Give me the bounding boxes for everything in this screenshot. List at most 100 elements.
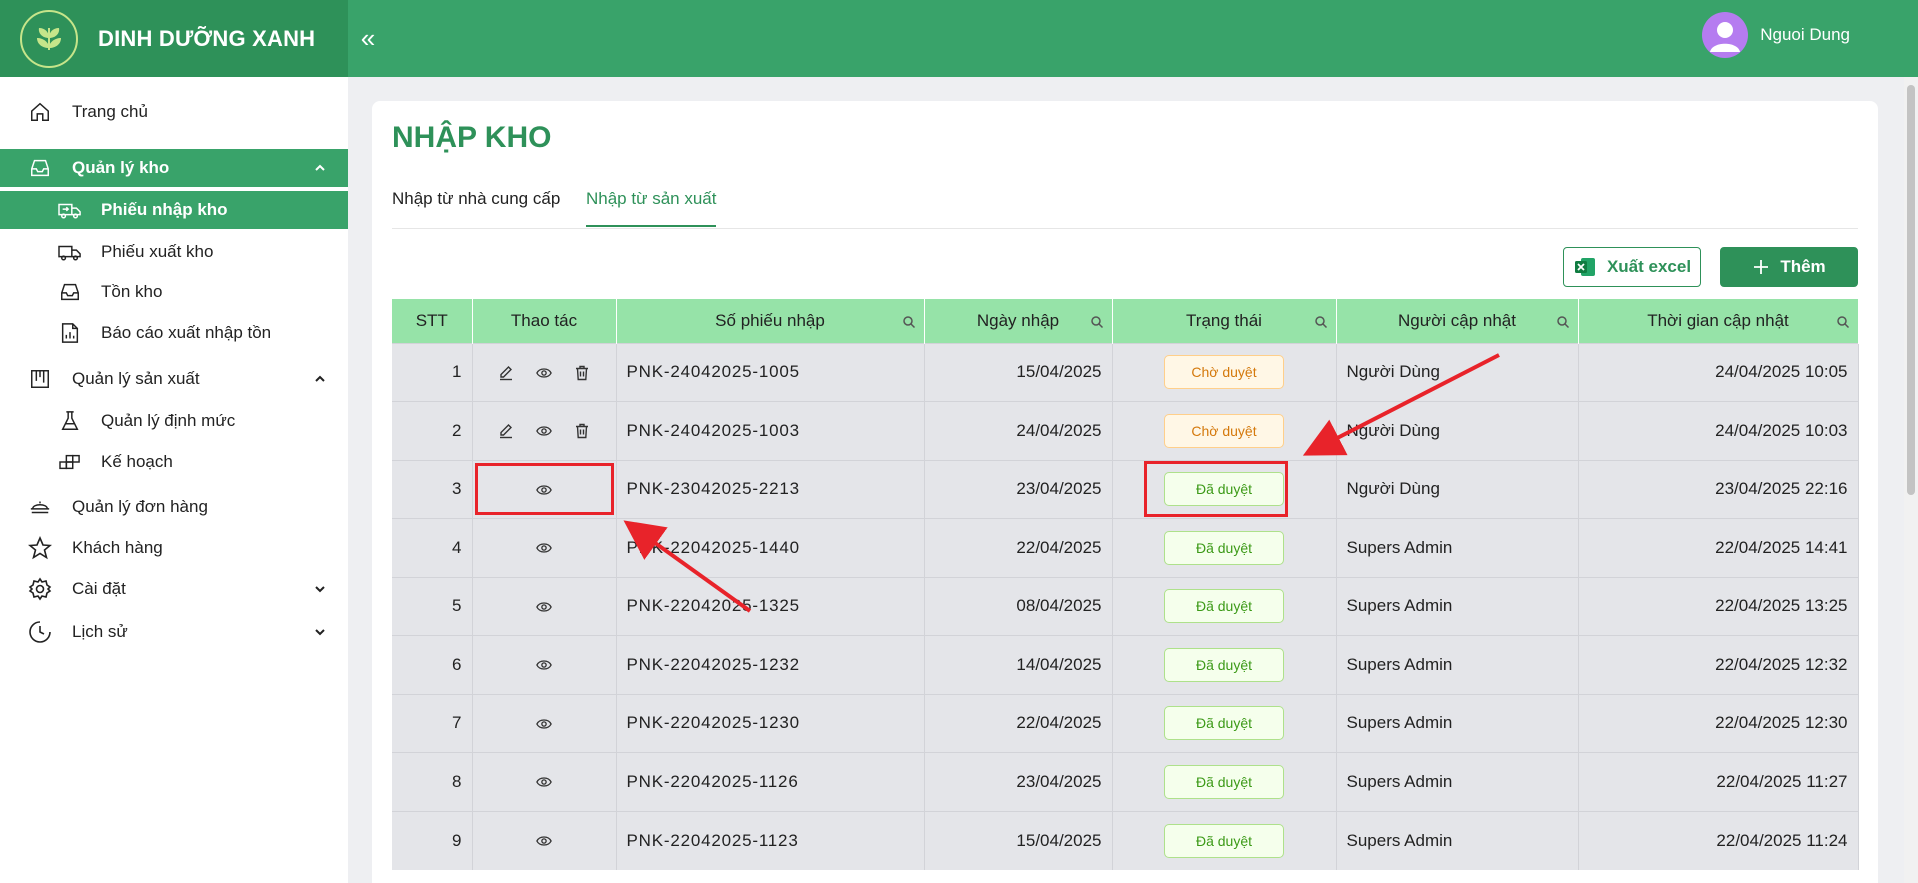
table-header: STT Thao tác Số phiếu nhập Ngày nhập Trạng t… (392, 299, 1859, 343)
eye-icon[interactable] (534, 538, 554, 558)
sidebar-item-label: Trang chủ (72, 102, 148, 121)
column-header[interactable]: STT (392, 299, 473, 343)
eye-icon[interactable] (534, 363, 554, 383)
scrollbar-thumb[interactable] (1907, 85, 1915, 495)
column-header-label: Người cập nhật (1398, 310, 1516, 330)
tab-supplier[interactable]: Nhập từ nhà cung cấp (392, 189, 560, 225)
trash-icon[interactable] (572, 363, 592, 383)
export-excel-button[interactable]: Xuất excel (1563, 247, 1701, 287)
row-status: Chờ duyệt (1112, 401, 1337, 460)
status-badge: Đã duyệt (1164, 764, 1284, 799)
table-row[interactable]: 2 PNK-24042025-1003 24/04/2025 Chờ duyệt Ngư… (392, 401, 1859, 460)
sidebar-item-report[interactable]: Báo cáo xuất nhập tồn (0, 313, 348, 353)
column-header-label: Ngày nhập (976, 310, 1060, 330)
eye-icon[interactable] (534, 597, 554, 617)
sidebar: Trang chủ Quản lý kho Phiếu nhập kho Phi… (0, 77, 348, 883)
eye-icon[interactable] (534, 421, 554, 441)
table-row[interactable]: 5 PNK-22042025-1325 08/04/2025 Đã duyệt Supe… (392, 576, 1859, 636)
row-receipt-code: PNK-22042025-1232 (616, 635, 925, 694)
user-menu[interactable]: Nguoi Dung (1702, 12, 1850, 58)
eye-icon[interactable] (534, 714, 554, 734)
eye-icon[interactable] (534, 655, 554, 675)
row-updated-by: Người Dùng (1336, 459, 1579, 519)
eye-icon[interactable] (534, 772, 554, 792)
edit-icon[interactable] (496, 363, 516, 383)
sidebar-item-customers[interactable]: Khách hàng (0, 528, 348, 568)
row-updated-time: 22/04/2025 11:24 (1578, 810, 1859, 870)
row-status: Đã duyệt (1112, 576, 1337, 636)
sidebar-item-norms[interactable]: Quản lý định mức (0, 401, 348, 441)
sidebar-item-warehouse[interactable]: Quản lý kho (0, 149, 348, 187)
search-icon[interactable] (1314, 314, 1328, 329)
row-date: 14/04/2025 (924, 635, 1113, 694)
row-stt: 1 (392, 342, 473, 402)
search-icon[interactable] (902, 314, 916, 329)
row-actions (472, 518, 617, 577)
edit-icon[interactable] (496, 421, 516, 441)
table-body: 1 PNK-24042025-1005 15/04/2025 Chờ duyệt Ngư… (392, 342, 1859, 870)
search-icon[interactable] (1556, 314, 1570, 329)
status-badge: Đã duyệt (1164, 530, 1284, 565)
table-row[interactable]: 9 PNK-22042025-1123 15/04/2025 Đã duyệt Supe… (392, 810, 1859, 870)
sidebar-item-settings[interactable]: Cài đặt (0, 569, 348, 609)
sidebar-item-label: Báo cáo xuất nhập tồn (101, 323, 272, 342)
eye-icon[interactable] (534, 480, 554, 500)
row-stt: 3 (392, 459, 473, 519)
truck-out-icon (58, 240, 82, 264)
sidebar-item-home[interactable]: Trang chủ (0, 92, 348, 132)
row-actions (472, 693, 617, 753)
flask-icon (58, 409, 82, 433)
row-updated-by: Supers Admin (1336, 635, 1579, 694)
add-button[interactable]: Thêm (1720, 247, 1858, 287)
sidebar-item-receipt[interactable]: Phiếu nhập kho (0, 191, 348, 229)
sidebar-item-history[interactable]: Lịch sử (0, 612, 348, 652)
column-header-label: Trạng thái (1186, 310, 1262, 330)
row-date: 24/04/2025 (924, 401, 1113, 460)
table-row[interactable]: 4 PNK-22042025-1440 22/04/2025 Đã duyệt Supe… (392, 518, 1859, 577)
row-stt: 8 (392, 752, 473, 811)
search-icon[interactable] (1836, 314, 1850, 329)
row-updated-time: 24/04/2025 10:03 (1578, 401, 1859, 460)
collapse-sidebar-icon[interactable]: « (350, 20, 386, 56)
column-header[interactable]: Thời gian cập nhật (1578, 299, 1859, 343)
sidebar-item-stock[interactable]: Tồn kho (0, 272, 348, 312)
column-header[interactable]: Số phiếu nhập (616, 299, 925, 343)
row-actions (472, 635, 617, 694)
sidebar-item-issue[interactable]: Phiếu xuất kho (0, 232, 348, 272)
page-scrollbar[interactable] (1904, 77, 1918, 883)
column-header[interactable]: Trạng thái (1112, 299, 1337, 343)
row-actions (472, 752, 617, 811)
tab-production[interactable]: Nhập từ sản xuất (586, 189, 717, 227)
status-badge: Đã duyệt (1164, 823, 1284, 858)
column-header[interactable]: Ngày nhập (924, 299, 1113, 343)
sidebar-item-production[interactable]: Quản lý sản xuất (0, 359, 348, 399)
sidebar-item-orders[interactable]: Quản lý đơn hàng (0, 487, 348, 527)
status-badge: Chờ duyệt (1164, 413, 1284, 448)
row-stt: 7 (392, 693, 473, 753)
brand: DINH DƯỠNG XANH (0, 0, 348, 77)
table-row[interactable]: 8 PNK-22042025-1126 23/04/2025 Đã duyệt Supe… (392, 752, 1859, 811)
sidebar-item-plan[interactable]: Kế hoạch (0, 442, 348, 482)
history-clock-icon (28, 620, 52, 644)
table-row[interactable]: 7 PNK-22042025-1230 22/04/2025 Đã duyệt Supe… (392, 693, 1859, 753)
status-badge: Đã duyệt (1164, 706, 1284, 741)
inbox-icon (58, 280, 82, 304)
table-row[interactable]: 1 PNK-24042025-1005 15/04/2025 Chờ duyệt Ngư… (392, 342, 1859, 402)
sidebar-item-label: Tồn kho (101, 282, 163, 301)
table-row[interactable]: 6 PNK-22042025-1232 14/04/2025 Đã duyệt Supe… (392, 635, 1859, 694)
trash-icon[interactable] (572, 421, 592, 441)
eye-icon[interactable] (534, 831, 554, 851)
sidebar-item-label: Quản lý sản xuất (72, 369, 200, 388)
gear-icon (28, 577, 52, 601)
top-header: DINH DƯỠNG XANH « Nguoi Dung (0, 0, 1918, 77)
column-header[interactable]: Người cập nhật (1336, 299, 1579, 343)
table-row[interactable]: 3 PNK-23042025-2213 23/04/2025 Đã duyệt Ngườ… (392, 459, 1859, 519)
row-stt: 5 (392, 576, 473, 636)
sidebar-item-label: Kế hoạch (101, 452, 173, 471)
search-icon[interactable] (1090, 314, 1104, 329)
sidebar-item-label: Lịch sử (72, 622, 128, 641)
home-icon (28, 100, 52, 124)
avatar[interactable] (1702, 12, 1749, 58)
column-header[interactable]: Thao tác (472, 299, 617, 343)
excel-icon (1573, 256, 1597, 278)
